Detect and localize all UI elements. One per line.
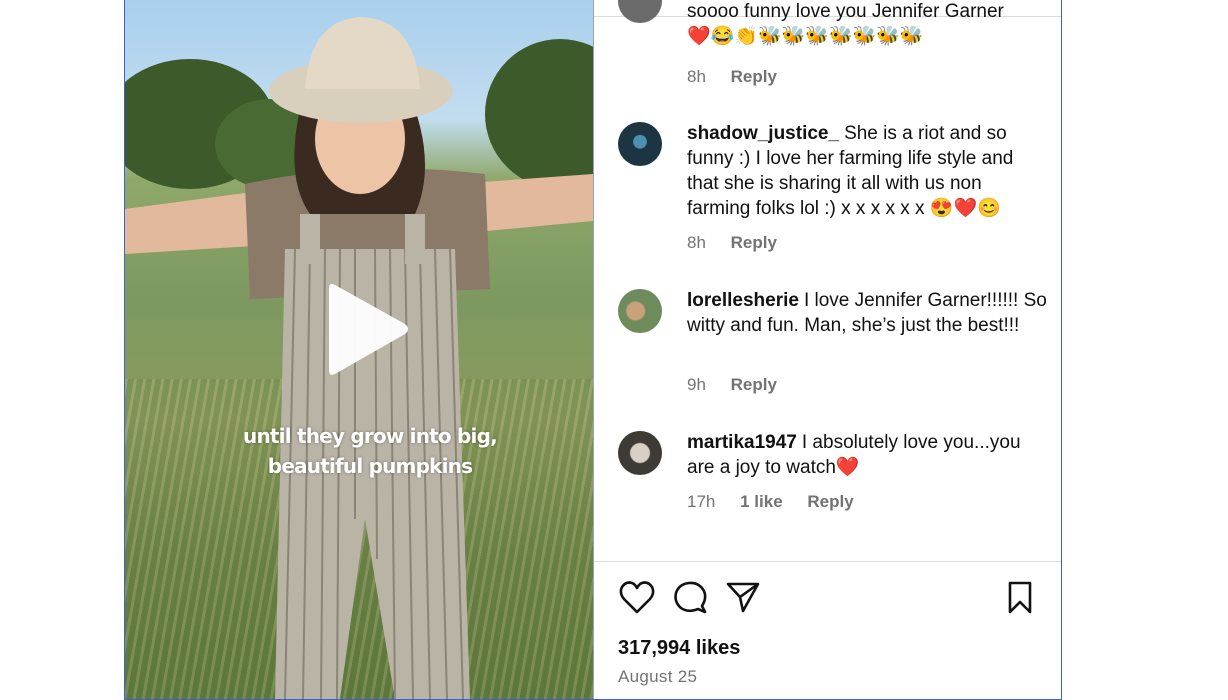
comment-emoji: ❤️😂👏🐝🐝🐝🐝🐝🐝🐝 [687,26,924,47]
comment-icon[interactable] [671,577,709,619]
caption-line-2: beautiful pumpkins [267,454,473,478]
video-caption: until they grow into big, beautiful pump… [235,421,505,481]
comment-username[interactable]: martika1947 [687,432,797,453]
comments-list[interactable]: soooo funny love you Jennifer Garner ❤️😂… [594,0,1061,563]
comment-username[interactable]: lorellesherie [687,290,799,311]
bookmark-icon[interactable] [1001,577,1039,619]
comment-meta: 9h Reply [687,375,797,395]
actions-divider [594,561,1061,562]
reply-button[interactable]: Reply [731,67,777,86]
comment-text: soooo funny love you Jennifer Garner [687,1,1004,22]
avatar[interactable] [618,431,662,475]
likes-count[interactable]: 317,994 likes [618,637,740,660]
post-date: August 25 [618,667,698,686]
caption-line-1: until they grow into big, [243,424,498,448]
heart-icon[interactable] [618,577,656,619]
comment-likes[interactable]: 1 like [740,492,783,511]
comment-meta: 17h 1 like Reply [687,492,874,512]
comment-time: 8h [687,233,706,252]
reply-button[interactable]: Reply [731,375,777,394]
avatar[interactable] [618,289,662,333]
comment-time: 17h [687,492,716,511]
comment-time: 9h [687,375,706,394]
post-card: until they grow into big, beautiful pump… [124,0,1062,700]
comment-meta: 8h Reply [687,67,797,87]
post-video[interactable]: until they grow into big, beautiful pump… [125,0,594,699]
comment-emoji: ❤️ [835,457,860,478]
comment-emoji: 😍❤️😊 [929,198,1001,219]
avatar[interactable] [618,0,662,23]
comment-meta: 8h Reply [687,233,797,253]
avatar[interactable] [618,122,662,166]
post-actions [594,577,1061,621]
comment-time: 8h [687,67,706,86]
comment-username[interactable]: shadow_justice_ [687,123,839,144]
reply-button[interactable]: Reply [807,492,853,511]
send-icon[interactable] [724,577,762,619]
reply-button[interactable]: Reply [731,233,777,252]
play-icon[interactable] [321,282,411,377]
